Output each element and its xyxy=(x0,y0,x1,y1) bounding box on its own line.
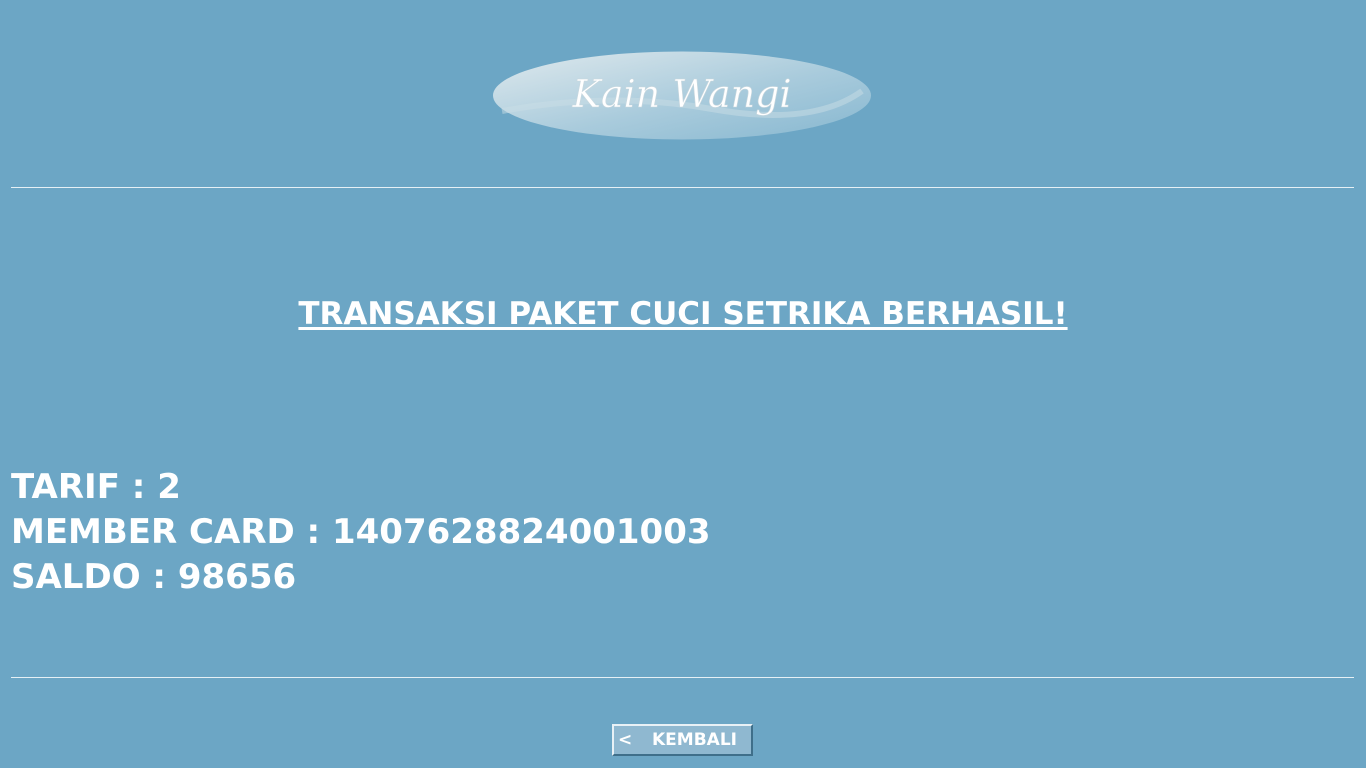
bottom-divider xyxy=(11,677,1354,678)
back-button-label: KEMBALI xyxy=(652,730,737,750)
top-divider xyxy=(11,187,1354,188)
logo-graphic: Kain Wangi xyxy=(493,51,871,140)
back-button[interactable]: < KEMBALI xyxy=(612,724,753,756)
page: Kain Wangi TRANSAKSI PAKET CUCI SETRIKA … xyxy=(0,0,1366,768)
success-headline: TRANSAKSI PAKET CUCI SETRIKA BERHASIL! xyxy=(298,296,1068,332)
member-card-line: MEMBER CARD : 1407628824001003 xyxy=(11,512,711,552)
saldo-line: SALDO : 98656 xyxy=(11,557,297,597)
logo-text: Kain Wangi xyxy=(571,72,791,116)
transaction-details: TARIF : 2 MEMBER CARD : 1407628824001003… xyxy=(11,465,711,600)
kain-wangi-logo: Kain Wangi xyxy=(492,51,872,140)
back-arrow-icon: < xyxy=(618,730,633,750)
tarif-line: TARIF : 2 xyxy=(11,467,181,507)
